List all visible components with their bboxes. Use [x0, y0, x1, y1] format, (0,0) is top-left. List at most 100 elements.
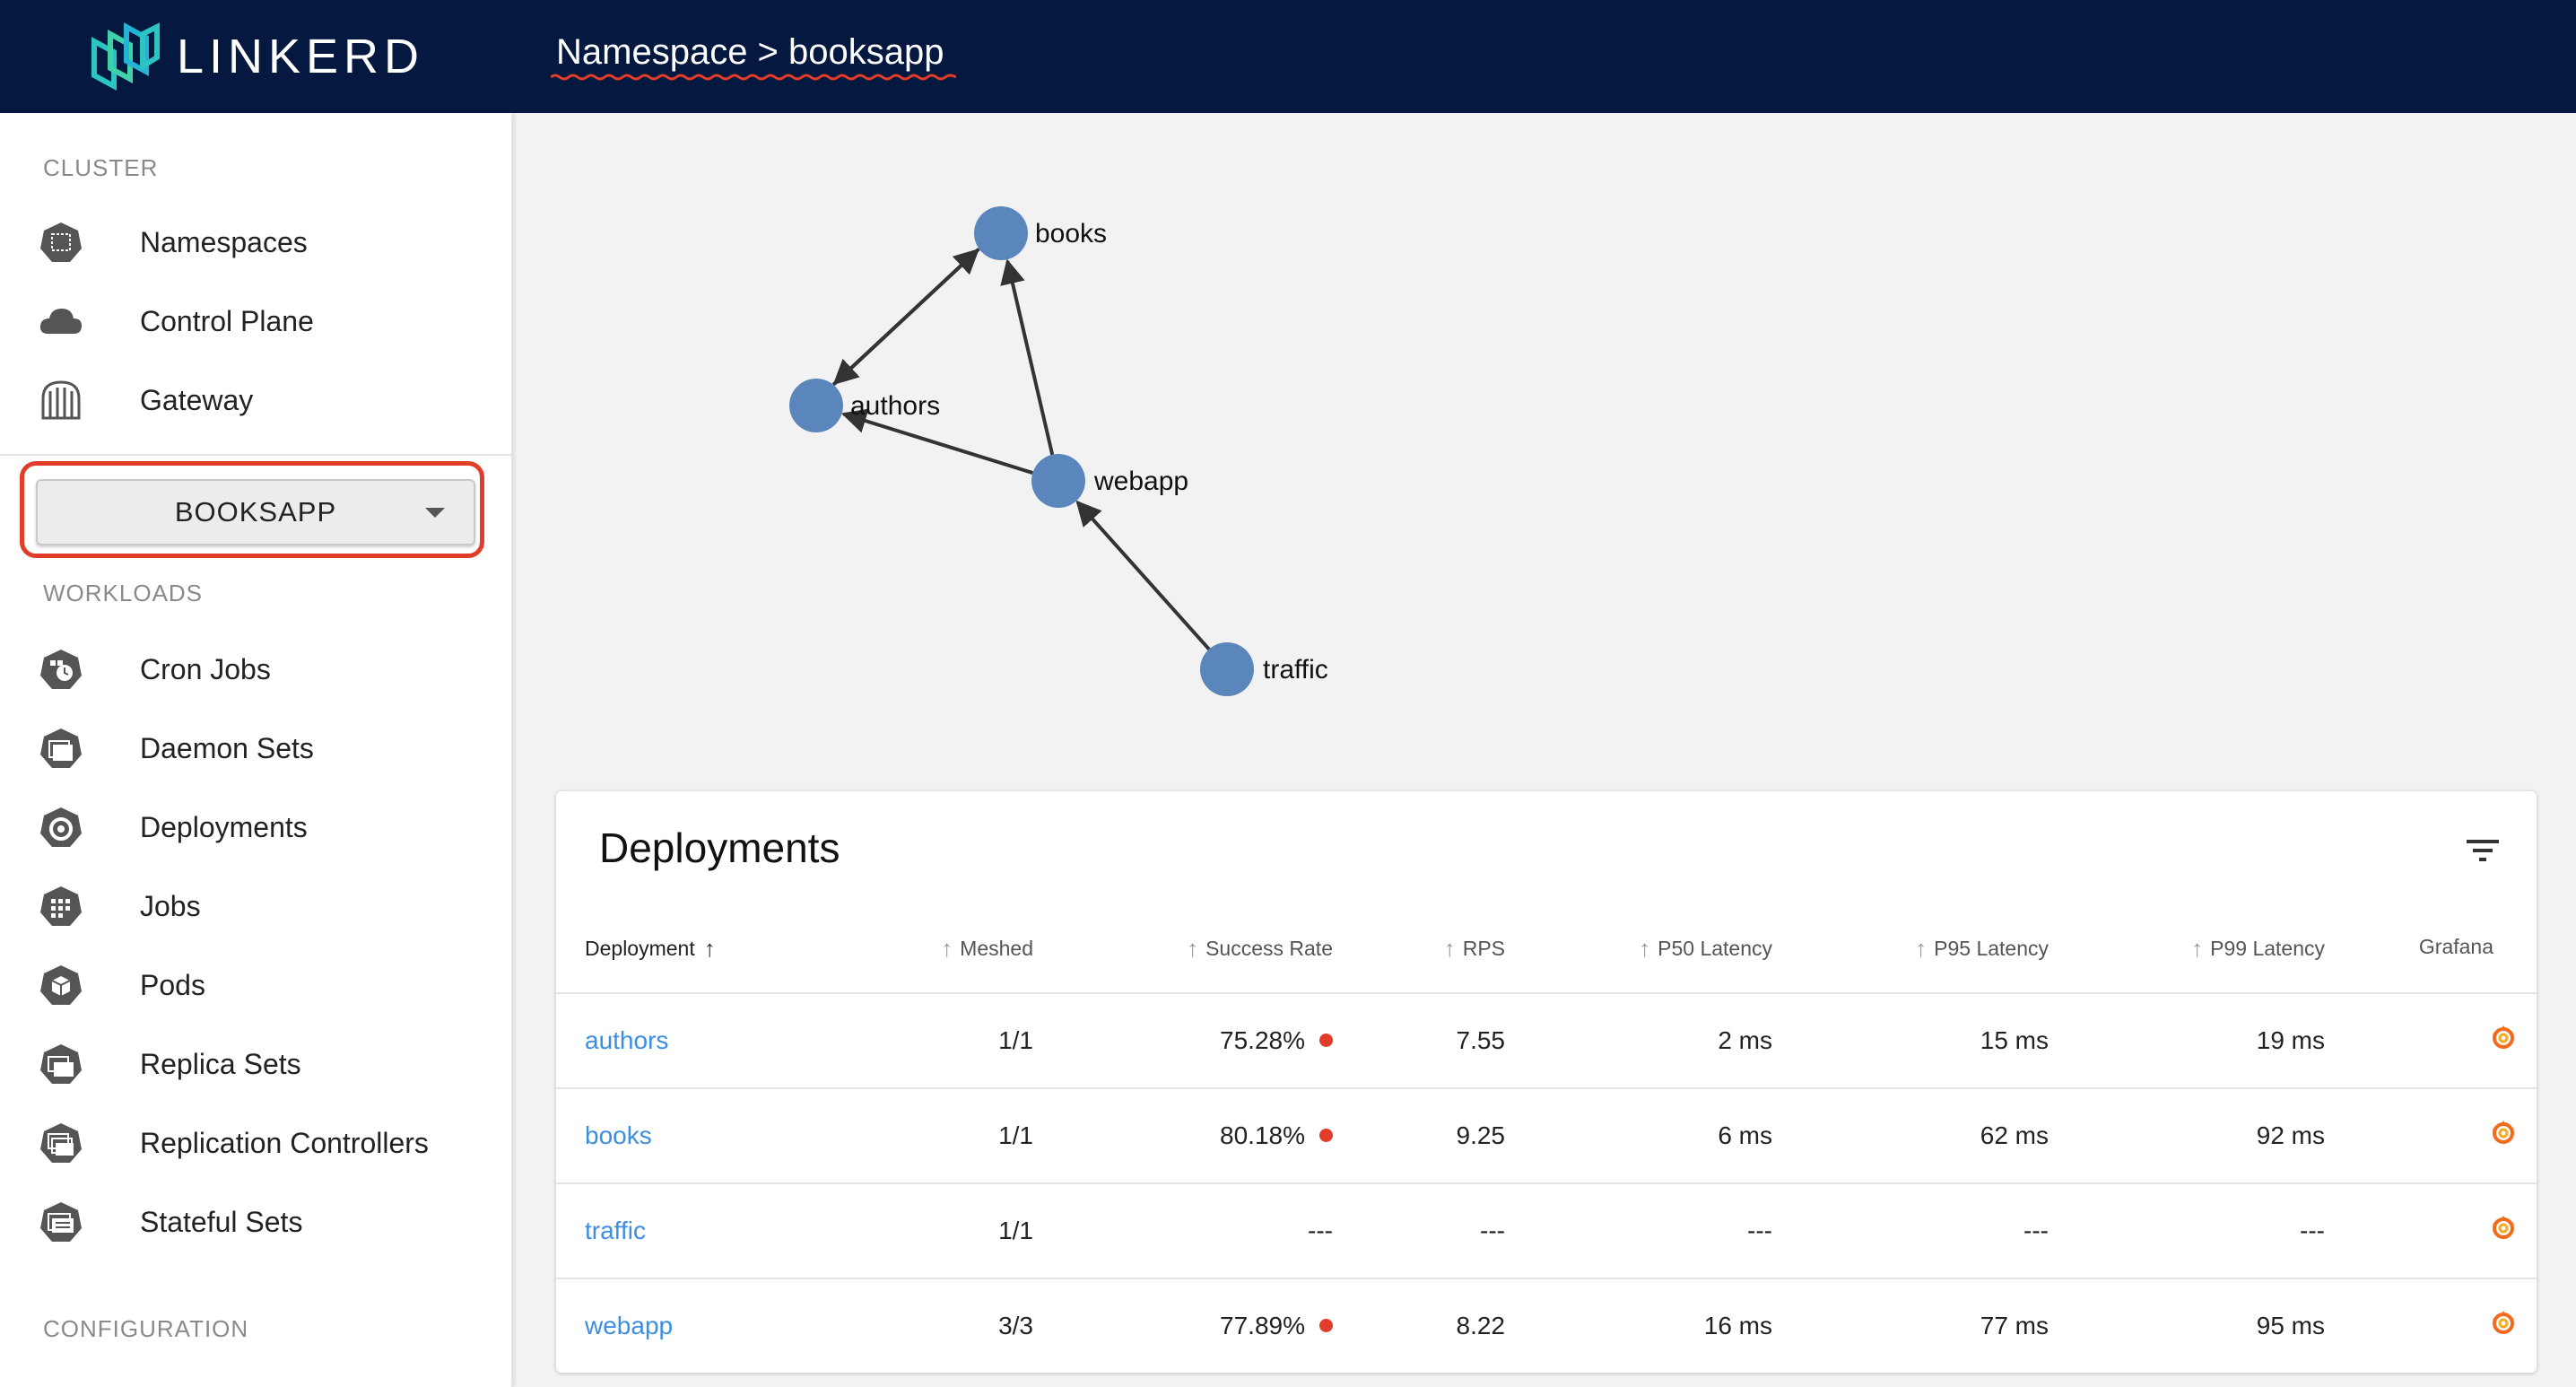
cell-meshed: 1/1 [998, 1121, 1033, 1150]
cronjob-icon [40, 650, 82, 689]
deployment-link[interactable]: authors [585, 1026, 668, 1055]
column-header-success-rate[interactable]: ↑ Success Rate [1187, 935, 1333, 963]
sort-arrow-icon: ↑ [1915, 935, 1928, 962]
breadcrumb[interactable]: Namespace > booksapp [556, 32, 944, 73]
column-header-grafana[interactable]: Grafana [2419, 935, 2493, 959]
sidebar-item-control-plane[interactable]: Control Plane [0, 285, 511, 357]
deployment-link[interactable]: webapp [585, 1312, 673, 1340]
status-dot-icon [1319, 1319, 1333, 1333]
graph-node-label: webapp [1093, 467, 1188, 496]
cell-p95: 77 ms [1980, 1312, 2049, 1340]
cell-value: 92 ms [2256, 1121, 2325, 1149]
top-bar: LINKERD Namespace > booksapp [0, 0, 2576, 113]
cell-p50: 16 ms [1704, 1312, 1772, 1340]
cell-value: 6 ms [1718, 1121, 1772, 1149]
grafana-icon[interactable] [2488, 1213, 2519, 1243]
sidebar-item-cron-jobs[interactable]: Cron Jobs [0, 633, 511, 705]
deployments-title: Deployments [599, 824, 840, 871]
column-header-rps[interactable]: ↑ RPS [1444, 935, 1505, 963]
graph-node-circle[interactable] [1200, 642, 1254, 696]
table-row[interactable]: authors 1/1 75.28% 7.55 2 ms 15 ms 19 ms [556, 992, 2537, 1089]
cell-value: 3/3 [998, 1312, 1033, 1339]
column-header-label: Meshed [960, 937, 1033, 960]
sort-ascending-icon: ↑ [703, 935, 716, 962]
graph-node-label: books [1035, 219, 1107, 249]
deployment-link[interactable]: traffic [585, 1217, 646, 1245]
column-header-label: Grafana [2418, 935, 2493, 958]
deployment-icon [40, 807, 82, 847]
gateway-icon [41, 380, 81, 420]
sort-arrow-icon: ↑ [1443, 935, 1456, 962]
sidebar-item-namespaces[interactable]: Namespaces [0, 206, 511, 278]
graph-node-circle[interactable] [974, 206, 1028, 260]
cell-value: 77.89% [1220, 1312, 1305, 1339]
statefulset-icon [40, 1202, 82, 1242]
column-header-p50-latency[interactable]: ↑ P50 Latency [1639, 935, 1772, 963]
graph-edge-traffic-to-webapp [1075, 500, 1211, 650]
filter-icon[interactable] [2465, 836, 2501, 865]
cell-p95: 15 ms [1980, 1026, 2049, 1055]
cell-value: 19 ms [2256, 1026, 2325, 1054]
section-label-workloads: WORKLOADS [43, 580, 204, 606]
pod-icon [40, 965, 82, 1005]
linkerd-logo-icon [91, 22, 160, 92]
cloud-icon [39, 309, 82, 334]
table-row[interactable]: books 1/1 80.18% 9.25 6 ms 62 ms 92 ms [556, 1087, 2537, 1184]
cell-success-rate: 77.89% [1220, 1312, 1333, 1340]
column-header-label: P95 Latency [1934, 937, 2049, 960]
cell-value: 7.55 [1456, 1026, 1506, 1054]
column-header-meshed[interactable]: ↑ Meshed [941, 935, 1033, 963]
graph-node-circle[interactable] [1031, 454, 1085, 508]
sidebar-item-gateway[interactable]: Gateway [0, 364, 511, 436]
cell-value: 62 ms [1980, 1121, 2049, 1149]
cell-p99: 95 ms [2257, 1312, 2325, 1340]
graph-node-circle[interactable] [789, 379, 843, 432]
graph-node-traffic[interactable]: traffic [1200, 642, 1328, 696]
sidebar-item-pods[interactable]: Pods [0, 949, 511, 1021]
cell-value: 95 ms [2256, 1312, 2325, 1339]
grafana-icon[interactable] [2488, 1308, 2519, 1339]
cell-value: 2 ms [1718, 1026, 1772, 1054]
cell-p99: 19 ms [2257, 1026, 2325, 1055]
job-icon [40, 886, 82, 926]
column-header-p99-latency[interactable]: ↑ P99 Latency [2191, 935, 2325, 963]
sidebar-item-jobs[interactable]: Jobs [0, 870, 511, 942]
column-header-deployment[interactable]: Deployment ↑ [585, 935, 716, 963]
column-header-label: Deployment [585, 937, 695, 960]
grafana-icon[interactable] [2488, 1023, 2519, 1053]
graph-node-authors[interactable]: authors [789, 379, 940, 432]
deployment-link[interactable]: books [585, 1121, 652, 1150]
cell-rps: 7.55 [1457, 1026, 1506, 1055]
section-label-configuration: CONFIGURATION [43, 1315, 249, 1342]
sort-arrow-icon: ↑ [941, 935, 953, 962]
namespace-graph: books authors webapp traffic [789, 206, 1328, 696]
sidebar-item-replication-controllers[interactable]: Replication Controllers [0, 1107, 511, 1179]
brand-name: LINKERD [176, 30, 425, 83]
grafana-icon[interactable] [2488, 1118, 2519, 1148]
sidebar-item-replica-sets[interactable]: Replica Sets [0, 1028, 511, 1100]
cell-rps: 9.25 [1457, 1121, 1506, 1150]
graph-node-books[interactable]: books [974, 206, 1107, 260]
sidebar-item-label: Control Plane [140, 304, 314, 337]
cell-p99: 92 ms [2257, 1121, 2325, 1150]
column-header-label: P99 Latency [2210, 937, 2325, 960]
sidebar-item-label: Stateful Sets [140, 1205, 303, 1238]
table-row[interactable]: webapp 3/3 77.89% 8.22 16 ms 77 ms 95 ms [556, 1278, 2537, 1374]
sidebar-item-label: Gateway [140, 383, 254, 416]
cell-p50: 2 ms [1718, 1026, 1772, 1055]
cell-value: --- [1480, 1217, 1505, 1244]
column-header-p95-latency[interactable]: ↑ P95 Latency [1915, 935, 2049, 963]
replicaset-icon [40, 1044, 82, 1084]
namespace-select-highlight [20, 461, 484, 558]
sidebar-item-deployments[interactable]: Deployments [0, 791, 511, 863]
cell-success-rate: 80.18% [1220, 1121, 1333, 1150]
column-header-label: Success Rate [1205, 937, 1333, 960]
graph-node-webapp[interactable]: webapp [1031, 454, 1188, 508]
cell-meshed: 3/3 [998, 1312, 1033, 1340]
linkerd-logo[interactable]: LINKERD [0, 0, 511, 113]
sidebar-item-label: Jobs [140, 889, 201, 922]
table-row[interactable]: traffic 1/1 --- --- --- --- --- [556, 1182, 2537, 1279]
sidebar-item-daemon-sets[interactable]: Daemon Sets [0, 712, 511, 784]
cell-meshed: 1/1 [998, 1026, 1033, 1055]
sidebar-item-stateful-sets[interactable]: Stateful Sets [0, 1186, 511, 1258]
